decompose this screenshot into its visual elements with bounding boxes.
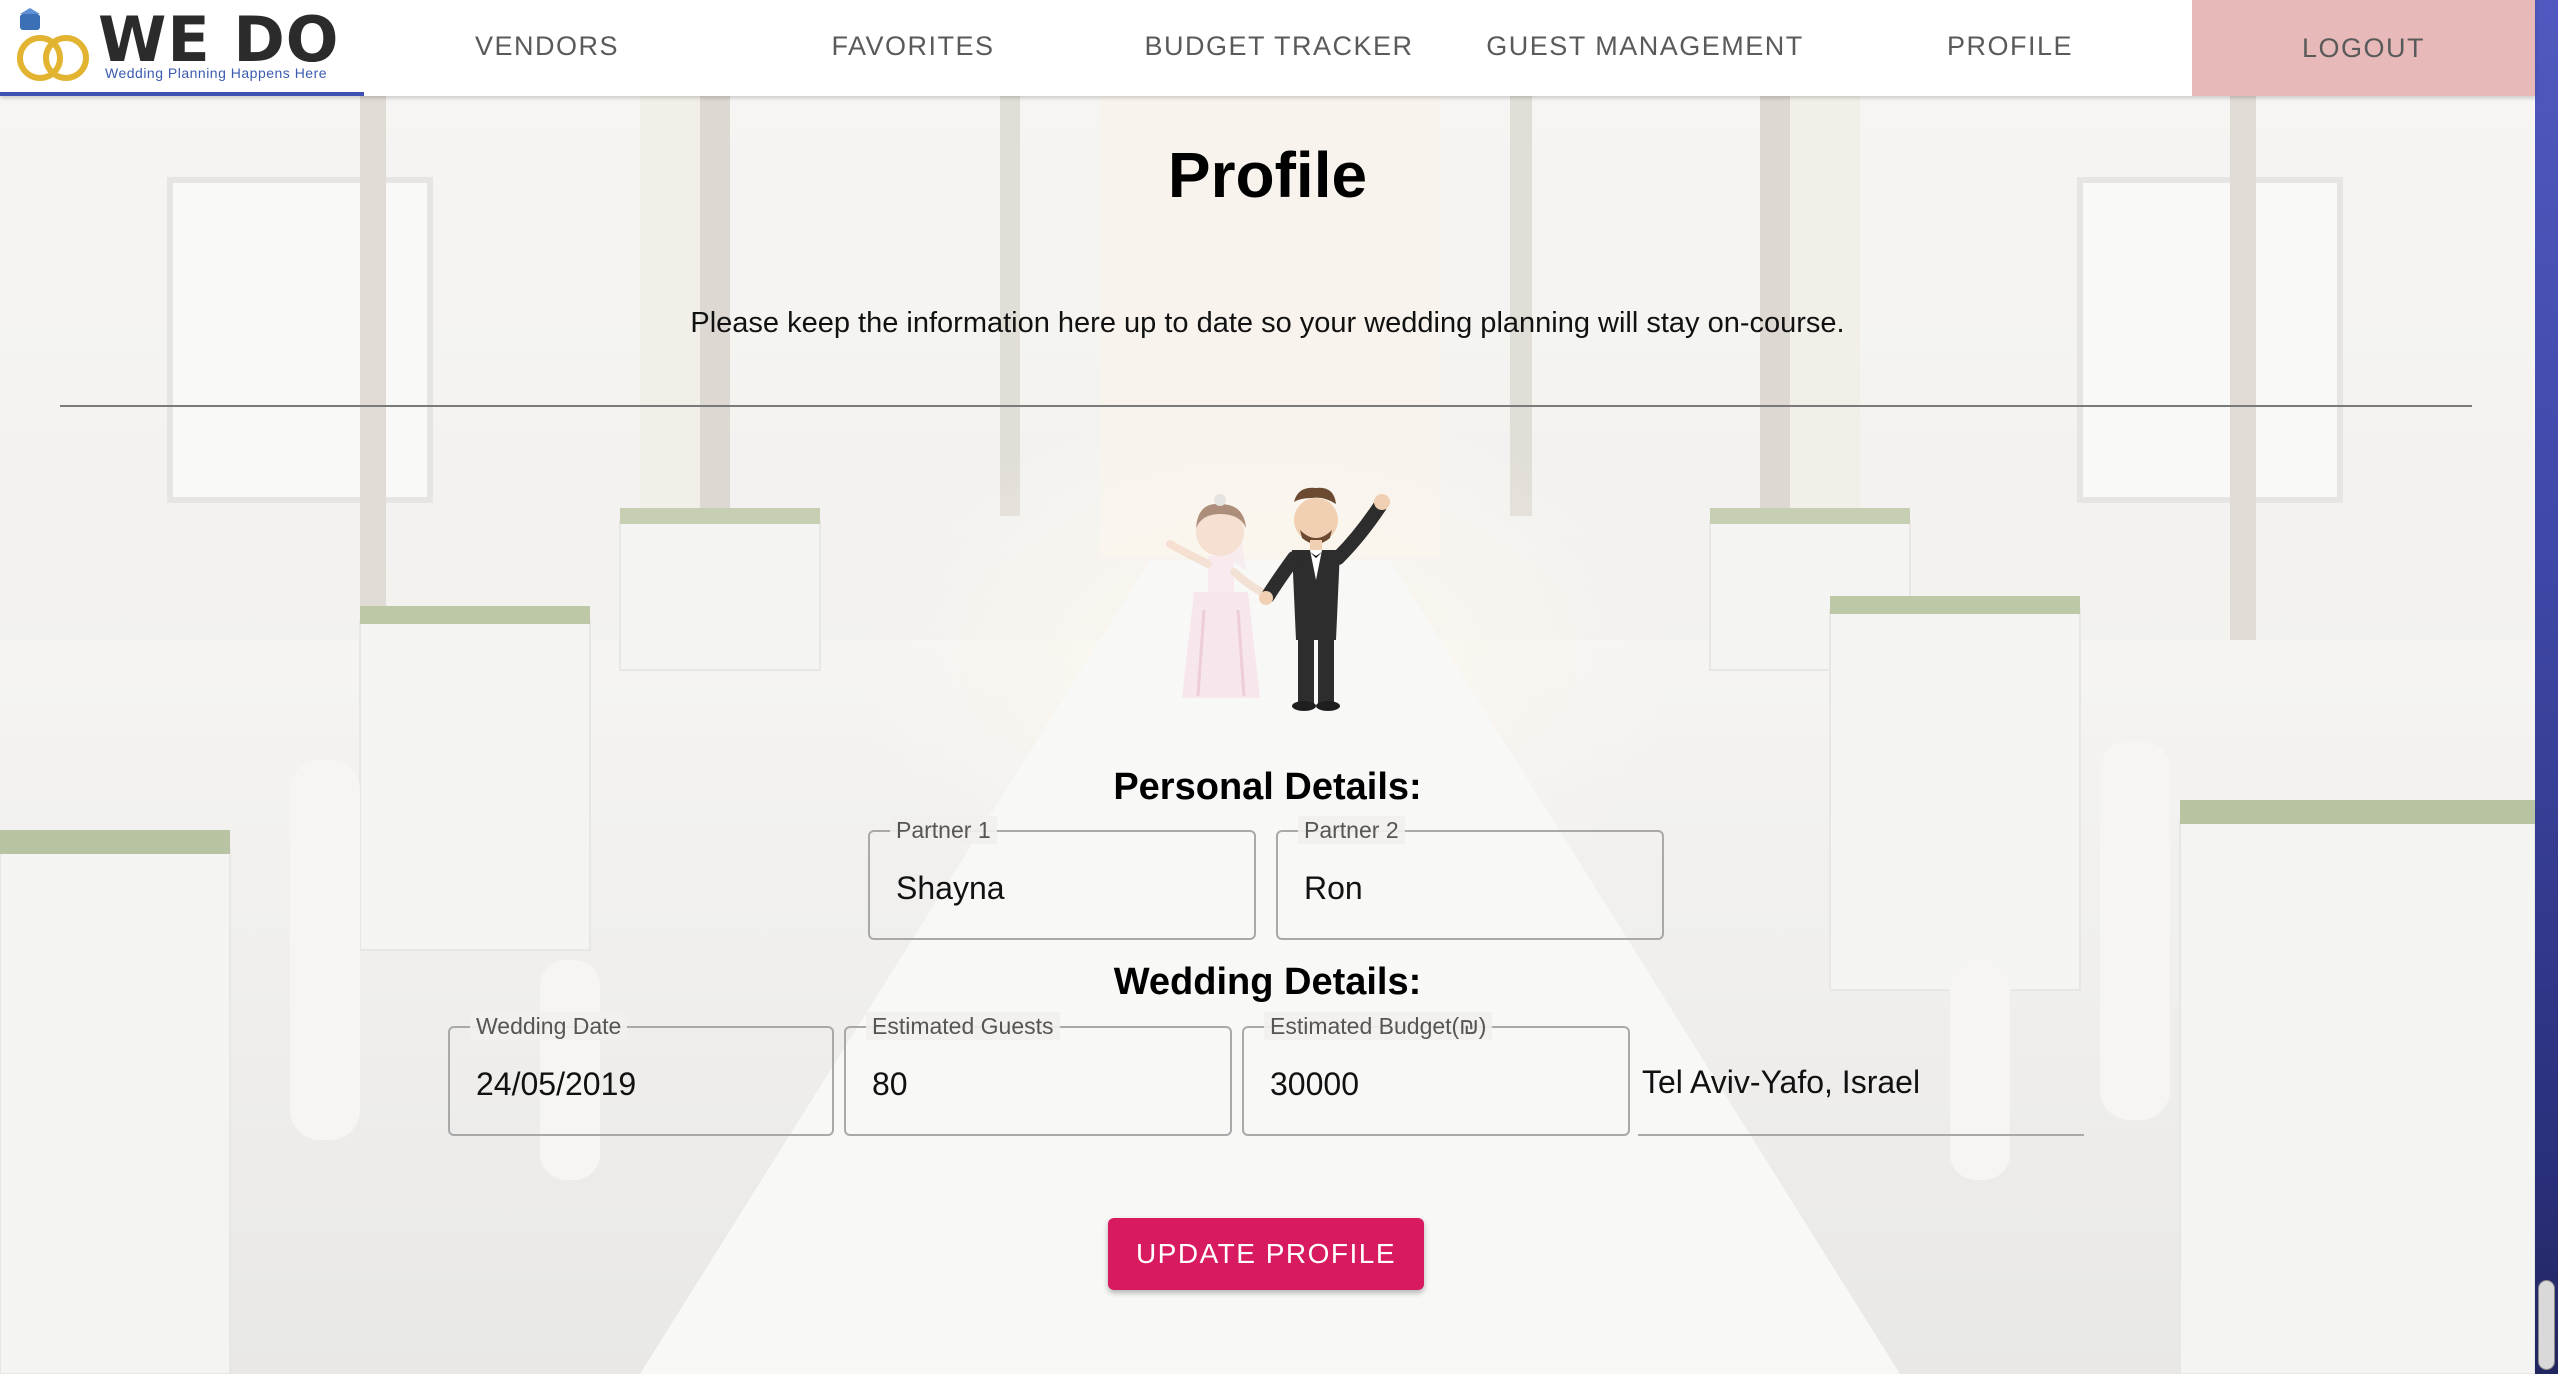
estimated-guests-label: Estimated Guests: [866, 1012, 1060, 1040]
brand-logo[interactable]: WE DO Wedding Planning Happens Here: [0, 0, 364, 96]
brand-tagline: Wedding Planning Happens Here: [105, 65, 328, 81]
nav-favorites[interactable]: FAVORITES: [730, 0, 1096, 92]
nav-vendors[interactable]: VENDORS: [364, 0, 730, 92]
nav-profile[interactable]: PROFILE: [1828, 0, 2192, 92]
partner2-value[interactable]: Ron: [1304, 868, 1363, 908]
page-subtitle: Please keep the information here up to d…: [690, 307, 1845, 339]
wedding-location-value[interactable]: Tel Aviv-Yafo, Israel: [1642, 1062, 1920, 1102]
estimated-budget-field[interactable]: Estimated Budget(₪) 30000: [1242, 1012, 1630, 1136]
wedding-date-value[interactable]: 24/05/2019: [476, 1064, 636, 1104]
partner1-field[interactable]: Partner 1 Shayna: [868, 816, 1256, 940]
bride-and-groom-illustration: [1166, 487, 1390, 711]
wedding-rings-icon: [17, 8, 89, 81]
personal-details-heading: Personal Details:: [1113, 766, 1422, 808]
estimated-guests-value[interactable]: 80: [872, 1064, 908, 1104]
top-navbar: WE DO Wedding Planning Happens Here VEND…: [0, 0, 2535, 96]
estimated-guests-field[interactable]: Estimated Guests 80: [844, 1012, 1232, 1136]
wedding-date-label: Wedding Date: [470, 1012, 628, 1040]
partner2-label: Partner 2: [1298, 816, 1405, 844]
wedding-location-field[interactable]: Tel Aviv-Yafo, Israel: [1638, 1026, 2084, 1136]
partner1-label: Partner 1: [890, 816, 997, 844]
nav-budget-tracker[interactable]: BUDGET TRACKER: [1096, 0, 1462, 92]
wedding-date-field[interactable]: Wedding Date 24/05/2019: [448, 1012, 834, 1136]
section-divider: [60, 405, 2472, 407]
scrollbar-thumb[interactable]: [2538, 1280, 2555, 1370]
partner1-value[interactable]: Shayna: [896, 868, 1005, 908]
estimated-budget-value[interactable]: 30000: [1270, 1064, 1359, 1104]
estimated-budget-label: Estimated Budget(₪): [1264, 1012, 1493, 1040]
page-title: Profile: [1167, 139, 1368, 211]
update-profile-button[interactable]: UPDATE PROFILE: [1108, 1218, 1424, 1290]
wedding-details-heading: Wedding Details:: [1113, 961, 1422, 1003]
nav-guest-management[interactable]: GUEST MANAGEMENT: [1462, 0, 1828, 92]
partner2-field[interactable]: Partner 2 Ron: [1276, 816, 1664, 940]
logout-button[interactable]: LOGOUT: [2192, 0, 2535, 96]
page-scrollbar[interactable]: [2535, 0, 2558, 1374]
